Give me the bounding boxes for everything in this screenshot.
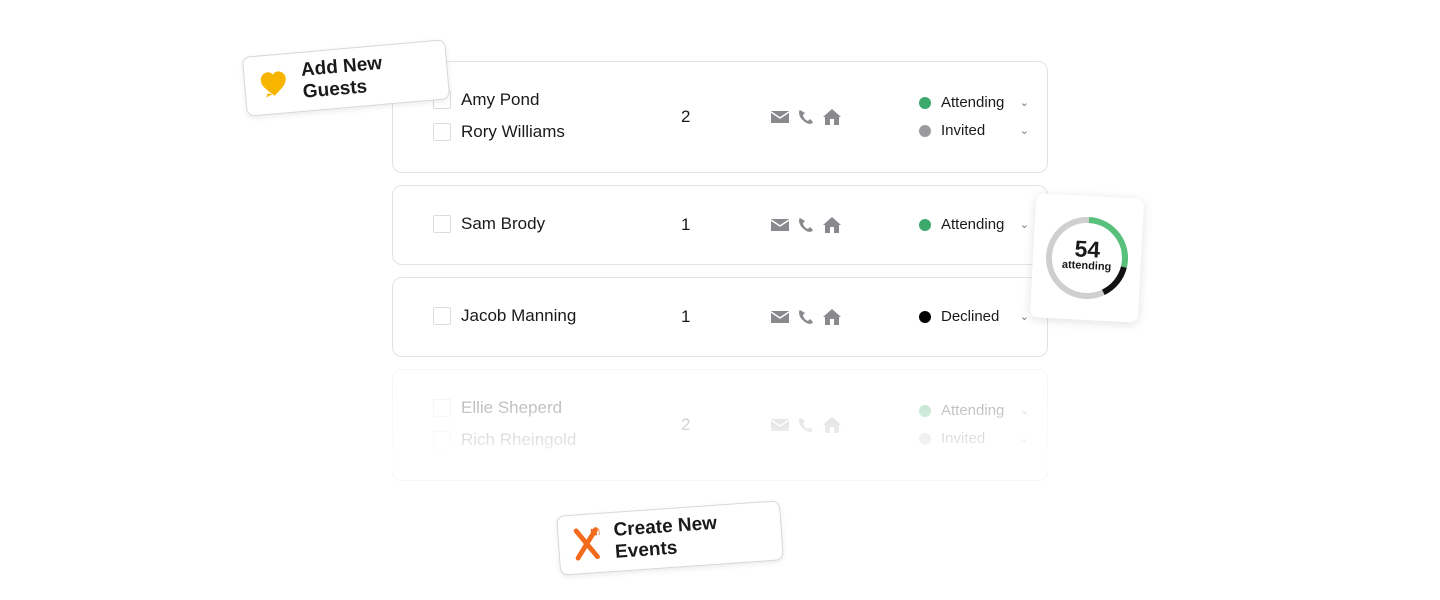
guest-name: Sam Brody xyxy=(461,214,546,233)
heart-icon xyxy=(260,71,286,98)
contact-icons xyxy=(771,309,841,325)
status-dot xyxy=(919,124,931,137)
phone-icon[interactable] xyxy=(797,109,815,125)
guest-checkbox[interactable] xyxy=(433,215,451,233)
status-label: Attending xyxy=(941,216,1005,233)
status-label: Invited xyxy=(941,122,986,139)
guest-checkbox[interactable] xyxy=(433,307,451,325)
home-icon[interactable] xyxy=(823,109,841,125)
rsvp-status-dropdown[interactable]: Invited ⌄ xyxy=(919,122,1029,139)
party-size: 2 xyxy=(681,107,691,126)
chevron-down-icon: ⌄ xyxy=(1019,311,1029,323)
guest-item: Jacob Manning xyxy=(433,306,576,326)
create-new-events-label: Create New Events xyxy=(612,512,718,563)
rsvp-status-dropdown[interactable]: Declined ⌄ xyxy=(919,308,1029,325)
list-fade xyxy=(380,400,1080,470)
phone-icon[interactable] xyxy=(797,217,815,233)
status-label: Declined xyxy=(941,308,1000,325)
guest-name: Jacob Manning xyxy=(461,306,577,325)
guest-checkbox[interactable] xyxy=(433,123,451,141)
guest-name: Rory Williams xyxy=(461,122,565,141)
create-new-events-button[interactable]: Create New Events xyxy=(556,500,784,576)
mail-icon[interactable] xyxy=(771,110,789,124)
contact-icons xyxy=(771,217,841,233)
guest-group-row[interactable]: Jacob Manning Declined ⌄ 1 xyxy=(392,277,1048,357)
add-new-guests-label: Add New Guests xyxy=(300,52,383,103)
fork-knife-icon xyxy=(573,527,601,561)
chevron-down-icon: ⌄ xyxy=(1019,97,1029,109)
status-label: Attending xyxy=(941,94,1005,111)
chevron-down-icon: ⌄ xyxy=(1019,125,1029,137)
rsvp-status-dropdown[interactable]: Attending ⌄ xyxy=(919,216,1029,233)
status-dot xyxy=(919,310,931,323)
mail-icon[interactable] xyxy=(771,218,789,232)
mail-icon[interactable] xyxy=(771,310,789,324)
party-size: 1 xyxy=(681,215,691,234)
status-dot xyxy=(919,218,931,231)
party-size: 1 xyxy=(681,307,691,326)
guest-group-row[interactable]: Sam Brody Attending ⌄ 1 xyxy=(392,185,1048,265)
status-dot xyxy=(919,96,931,109)
home-icon[interactable] xyxy=(823,309,841,325)
guest-name: Amy Pond xyxy=(461,90,540,109)
contact-icons xyxy=(771,109,841,125)
guest-group-row[interactable]: Amy Pond Attending ⌄ Rory Williams Invited ⌄ 2 xyxy=(392,61,1048,173)
home-icon[interactable] xyxy=(823,217,841,233)
guest-item: Sam Brody xyxy=(433,214,545,234)
rsvp-status-dropdown[interactable]: Attending ⌄ xyxy=(919,94,1029,111)
guest-item: Rory Williams xyxy=(433,122,565,142)
attending-summary-card: 54 attending xyxy=(1029,193,1145,323)
phone-icon[interactable] xyxy=(797,309,815,325)
chevron-down-icon: ⌄ xyxy=(1019,219,1029,231)
